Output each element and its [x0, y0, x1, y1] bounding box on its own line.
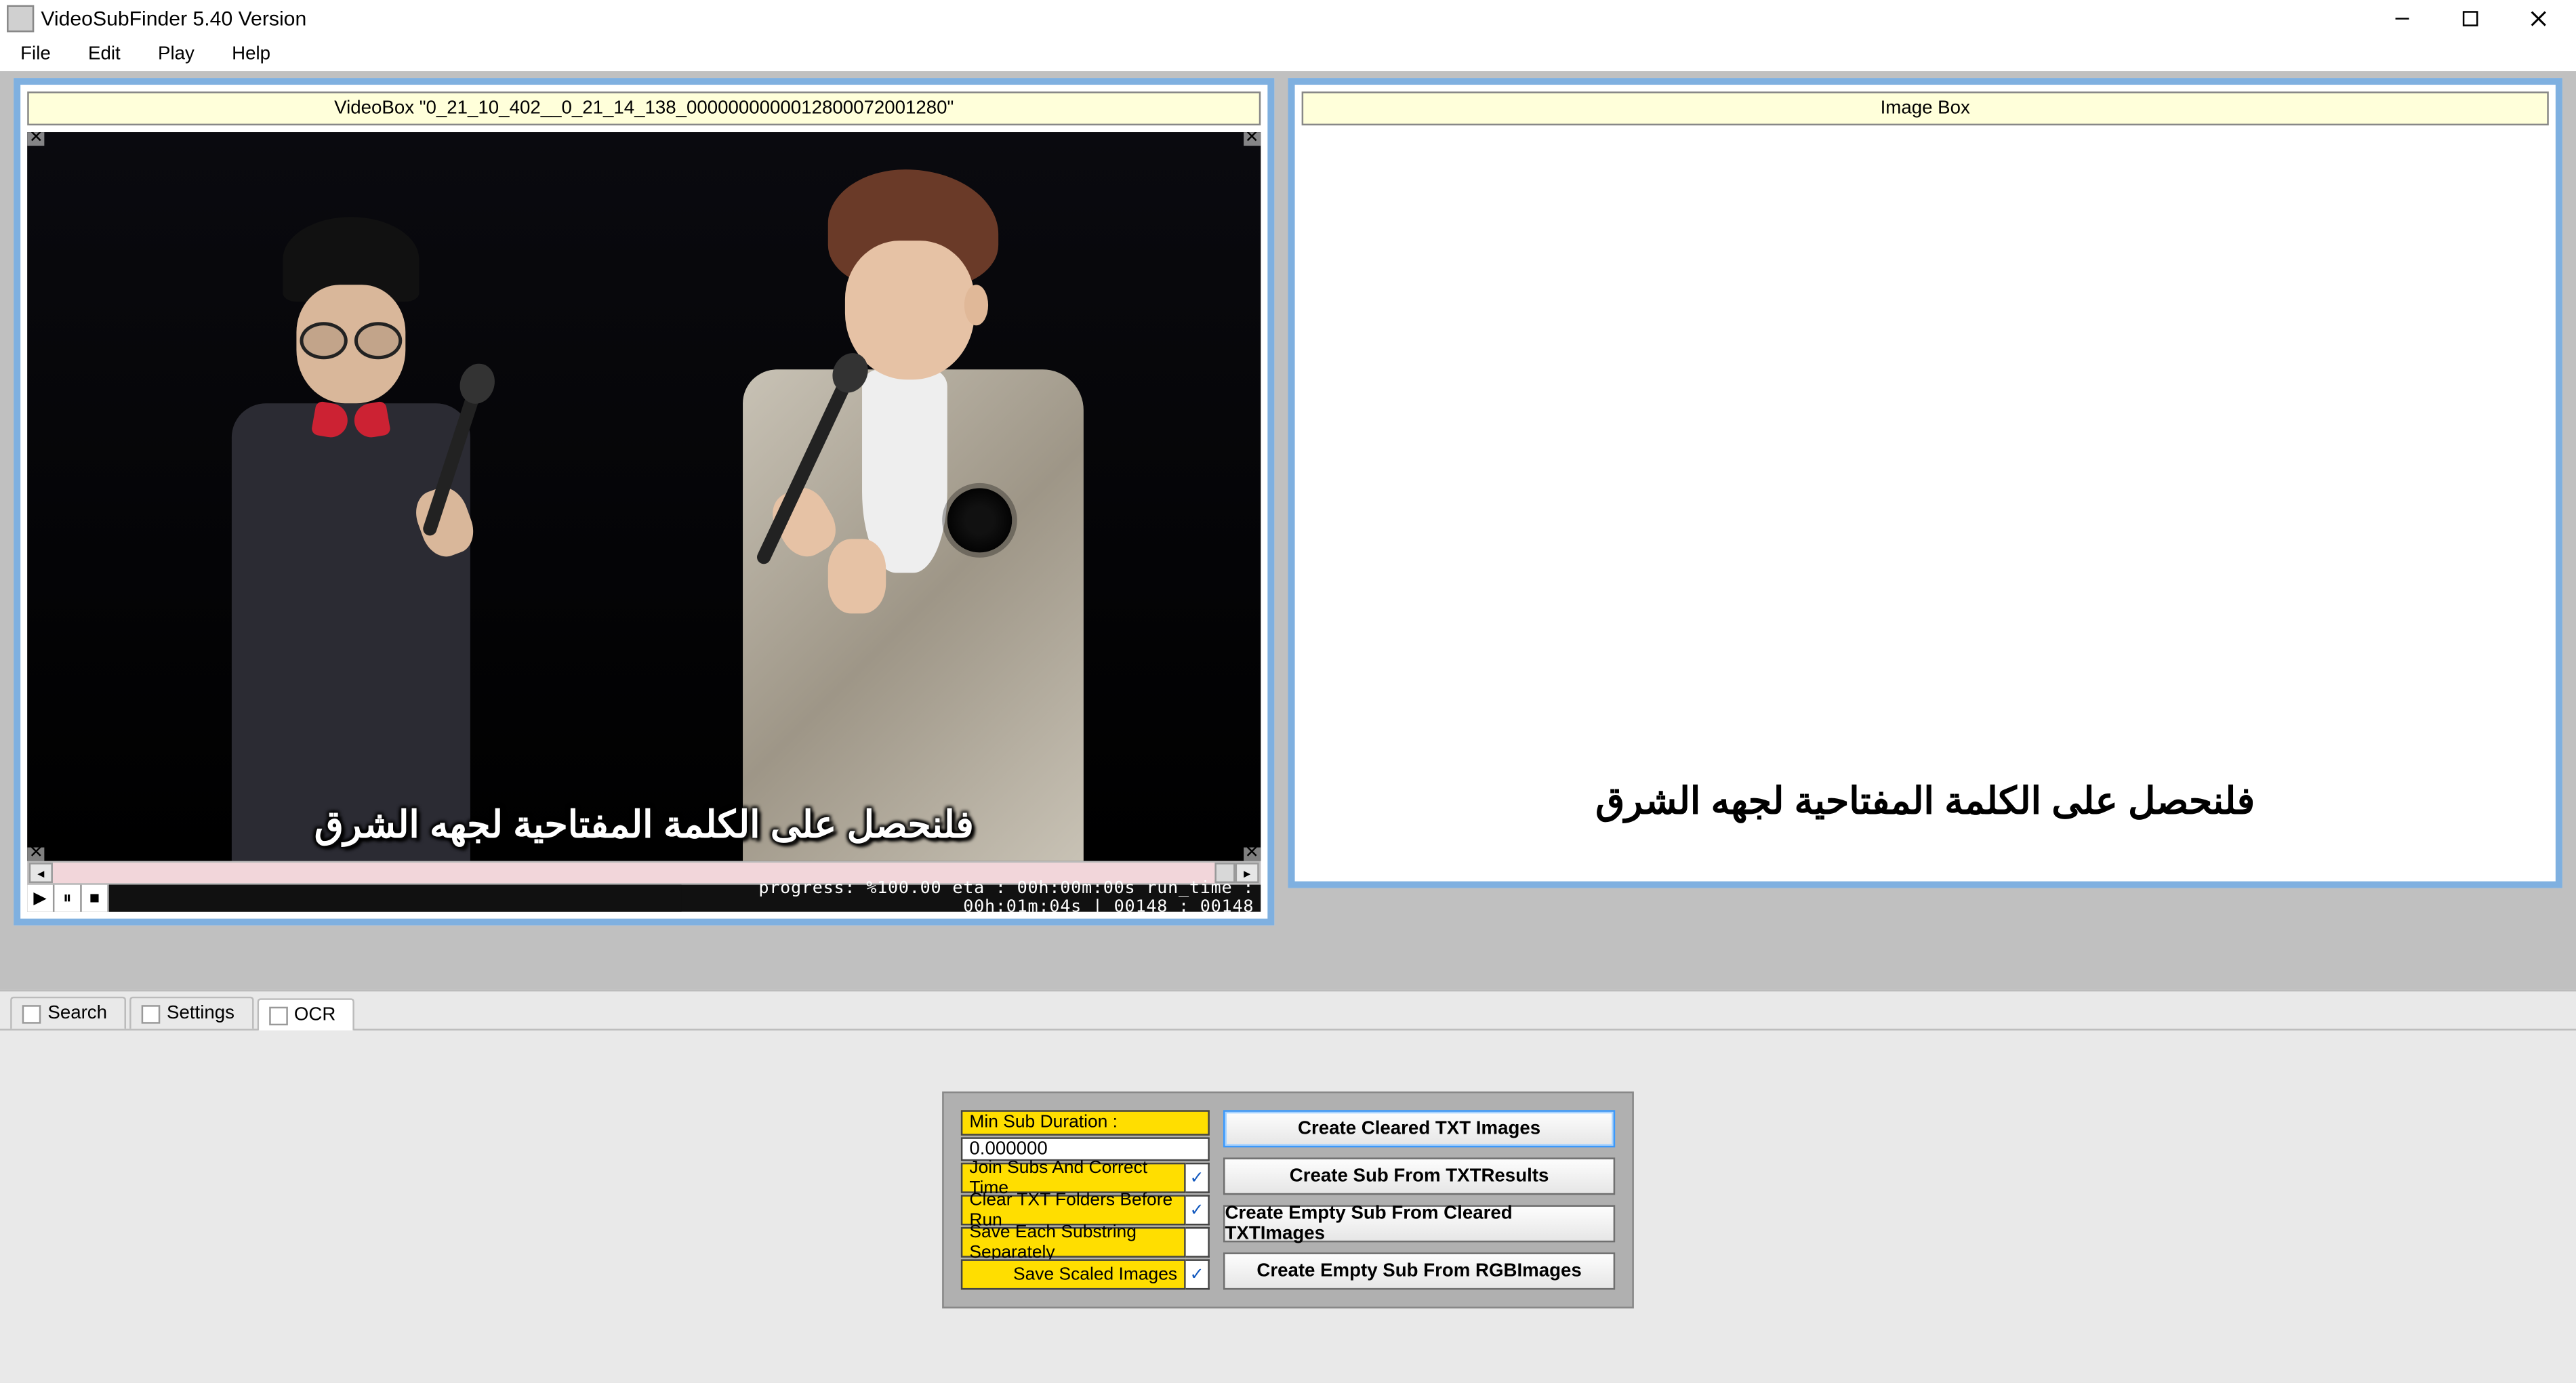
join-subs-checkbox[interactable]: ✓ [1186, 1163, 1210, 1193]
close-button[interactable] [2522, 2, 2556, 36]
image-surface: فلنحصل على الكلمة المفتاحية لجهه الشرق [1302, 132, 2549, 875]
join-subs-label: Join Subs And Correct Time [961, 1163, 1186, 1193]
tab-label: Search [47, 1004, 107, 1024]
create-cleared-txt-images-button[interactable]: Create Cleared TXT Images [1223, 1110, 1615, 1147]
video-surface[interactable]: فلنحصل على الكلمة المفتاحية لجهه الشرق ✕… [27, 132, 1261, 861]
menubar: File Edit Play Help [0, 37, 2576, 71]
ocr-options-column: Min Sub Duration : 0.000000 Join Subs An… [961, 1110, 1210, 1289]
app-window: VideoSubFinder 5.40 Version File Edit Pl… [0, 0, 2576, 1383]
ocr-panel: Min Sub Duration : 0.000000 Join Subs An… [942, 1092, 1634, 1308]
crop-marker-tr[interactable]: ✕ [1243, 132, 1261, 146]
doc-icon [141, 1004, 160, 1023]
playback-controls: ▶ ⏸ ■ progress: %100.00 eta : 00h:00m:00… [27, 885, 1261, 912]
video-panel: VideoBox "0_21_10_402__0_21_14_138_00000… [14, 78, 1274, 926]
scroll-left-button[interactable]: ◂ [29, 863, 53, 883]
app-icon [7, 5, 34, 33]
crop-marker-br[interactable]: ✕ [1243, 848, 1261, 861]
play-button[interactable]: ▶ [27, 885, 54, 912]
window-controls [2385, 2, 2569, 36]
progress-status-text: progress: %100.00 eta : 00h:00m:00s run_… [682, 880, 1261, 917]
tabs-row: Search Settings OCR [0, 990, 2576, 1031]
tab-search[interactable]: Search [10, 997, 126, 1029]
create-empty-sub-from-rgb-button[interactable]: Create Empty Sub From RGBImages [1223, 1252, 1615, 1289]
seek-bar[interactable] [109, 885, 682, 912]
tab-label: Settings [167, 1004, 234, 1024]
clear-txt-label: Clear TXT Folders Before Run [961, 1195, 1186, 1225]
tab-settings[interactable]: Settings [129, 997, 253, 1029]
tab-label: OCR [294, 1005, 335, 1025]
doc-icon [268, 1006, 287, 1025]
panels-row: VideoBox "0_21_10_402__0_21_14_138_00000… [0, 71, 2576, 932]
menu-file[interactable]: File [10, 41, 61, 68]
create-empty-sub-from-cleared-button[interactable]: Create Empty Sub From Cleared TXTImages [1223, 1205, 1615, 1242]
titlebar: VideoSubFinder 5.40 Version [0, 0, 2576, 37]
tab-content-ocr: Min Sub Duration : 0.000000 Join Subs An… [0, 1031, 2576, 1383]
tab-ocr[interactable]: OCR [257, 998, 354, 1031]
menu-edit[interactable]: Edit [78, 41, 131, 68]
video-frame-person-left [180, 217, 521, 861]
save-scaled-label: Save Scaled Images [961, 1259, 1186, 1289]
workarea: VideoBox "0_21_10_402__0_21_14_138_00000… [0, 71, 2576, 1383]
crop-marker-bl[interactable]: ✕ [27, 848, 45, 861]
save-scaled-checkbox[interactable]: ✓ [1186, 1259, 1210, 1289]
create-sub-from-txtresults-button[interactable]: Create Sub From TXTResults [1223, 1157, 1615, 1195]
pause-button[interactable]: ⏸ [54, 885, 81, 912]
save-each-checkbox[interactable] [1186, 1227, 1210, 1258]
video-frame-person-right [692, 183, 1135, 861]
image-panel-header: Image Box [1302, 91, 2549, 125]
save-each-label: Save Each Substring Separately [961, 1227, 1186, 1258]
doc-icon [22, 1004, 41, 1023]
min-sub-duration-label: Min Sub Duration : [961, 1110, 1210, 1134]
window-title: VideoSubFinder 5.40 Version [41, 7, 2385, 30]
video-panel-header: VideoBox "0_21_10_402__0_21_14_138_00000… [27, 91, 1261, 125]
crop-marker-tl[interactable]: ✕ [27, 132, 45, 146]
image-panel: Image Box فلنحصل على الكلمة المفتاحية لج… [1288, 78, 2562, 888]
menu-play[interactable]: Play [148, 41, 205, 68]
video-subtitle-overlay: فلنحصل على الكلمة المفتاحية لجهه الشرق [27, 804, 1261, 848]
minimize-button[interactable] [2385, 2, 2419, 36]
clear-txt-checkbox[interactable]: ✓ [1186, 1195, 1210, 1225]
menu-help[interactable]: Help [222, 41, 281, 68]
ocr-buttons-column: Create Cleared TXT Images Create Sub Fro… [1223, 1110, 1615, 1289]
image-subtitle-text: فلنحصل على الكلمة المفتاحية لجهه الشرق [1302, 780, 2549, 824]
maximize-button[interactable] [2453, 2, 2487, 36]
stop-button[interactable]: ■ [82, 885, 109, 912]
